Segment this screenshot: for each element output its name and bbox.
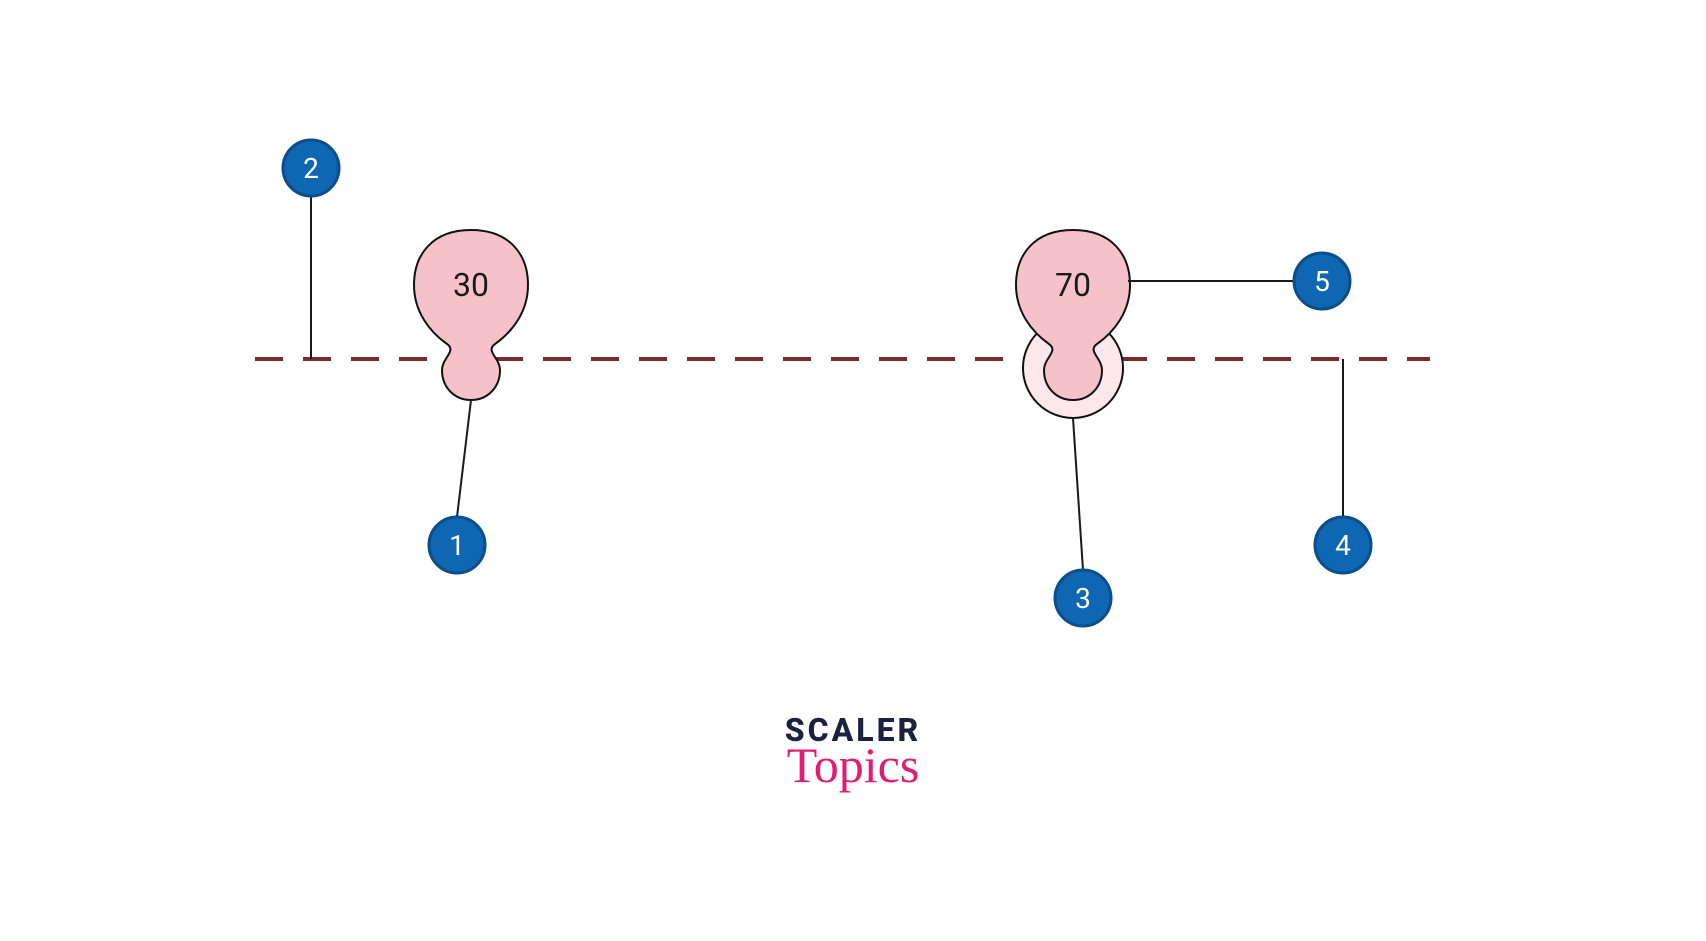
node-3: 3 bbox=[1055, 570, 1111, 626]
node-2-label: 2 bbox=[303, 152, 319, 185]
diagram-canvas: 30 70 2 1 5 3 bbox=[0, 0, 1706, 941]
connector-node-1 bbox=[457, 400, 471, 517]
node-1-label: 1 bbox=[449, 529, 465, 562]
blob-30-label: 30 bbox=[453, 266, 489, 304]
blob-70-label: 70 bbox=[1055, 266, 1091, 304]
blob-30: 30 bbox=[414, 230, 528, 400]
node-4-label: 4 bbox=[1335, 529, 1351, 562]
brand-logo: SCALER Topics bbox=[785, 714, 921, 790]
blob-70: 70 bbox=[1016, 230, 1130, 418]
brand-logo-bottom: Topics bbox=[785, 740, 921, 790]
node-5: 5 bbox=[1294, 253, 1350, 309]
diagram-svg: 30 70 2 1 5 3 bbox=[0, 0, 1706, 941]
connector-node-3 bbox=[1073, 418, 1083, 570]
node-3-label: 3 bbox=[1075, 582, 1091, 615]
node-2: 2 bbox=[283, 140, 339, 196]
blob-30-shape bbox=[414, 230, 528, 400]
node-5-label: 5 bbox=[1314, 265, 1330, 298]
node-4: 4 bbox=[1315, 517, 1371, 573]
node-1: 1 bbox=[429, 517, 485, 573]
